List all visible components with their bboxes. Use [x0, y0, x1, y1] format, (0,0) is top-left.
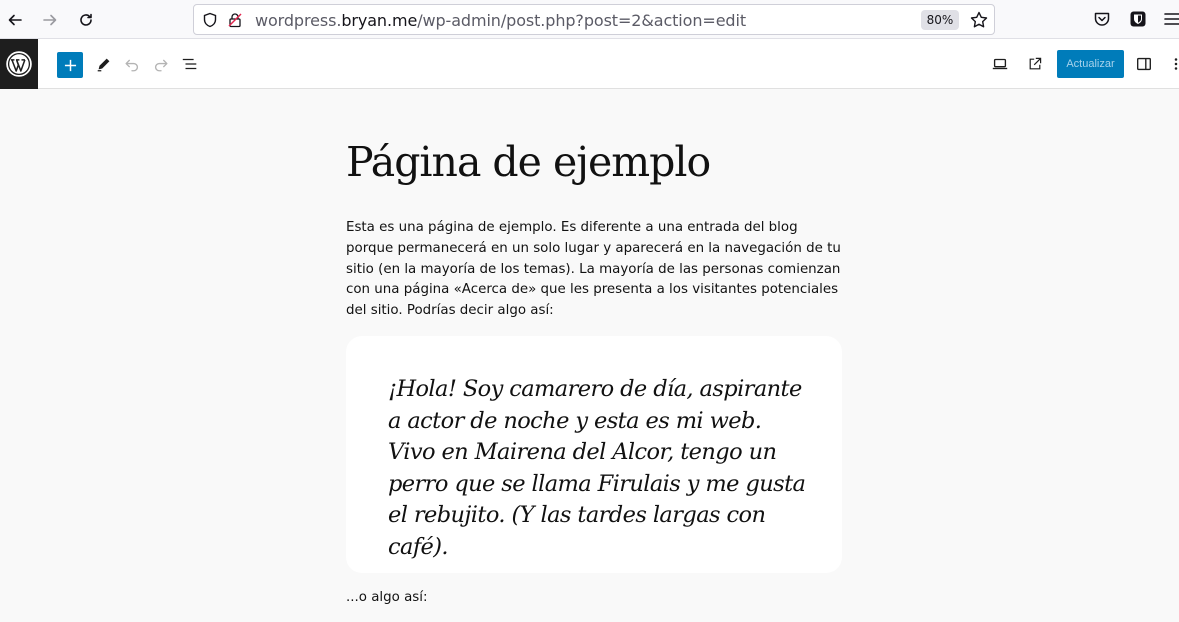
url-path: /wp-admin/post.php?post=2&action=edit: [417, 11, 747, 30]
editor-header: Actualizar: [0, 39, 1179, 89]
paragraph-block[interactable]: Esta es una página de ejemplo. Es difere…: [346, 218, 846, 322]
update-button[interactable]: Actualizar: [1057, 50, 1124, 78]
wordpress-logo-icon[interactable]: [0, 39, 38, 89]
paragraph-block-outro[interactable]: ...o algo así:: [346, 590, 428, 605]
editor-canvas: Página de ejemplo Esta es una página de …: [0, 90, 1179, 622]
view-page-external-icon[interactable]: [1025, 54, 1045, 74]
forward-arrow-icon[interactable]: [37, 7, 63, 33]
url-text[interactable]: wordpress.bryan.me/wp-admin/post.php?pos…: [255, 11, 746, 30]
app-menu-icon[interactable]: [1163, 10, 1179, 28]
preview-device-icon[interactable]: [990, 54, 1010, 74]
post-title[interactable]: Página de ejemplo: [346, 138, 711, 186]
add-block-button[interactable]: [57, 52, 83, 78]
pocket-icon[interactable]: [1093, 10, 1111, 28]
settings-sidebar-icon[interactable]: [1134, 54, 1154, 74]
back-arrow-icon[interactable]: [2, 7, 28, 33]
url-prefix: wordpress.: [255, 11, 342, 30]
url-bar[interactable]: wordpress.bryan.me/wp-admin/post.php?pos…: [193, 4, 995, 35]
document-overview-icon[interactable]: [180, 54, 200, 74]
options-more-icon[interactable]: [1166, 54, 1179, 74]
zoom-level-badge[interactable]: 80%: [921, 10, 959, 30]
insecure-lock-icon[interactable]: [227, 12, 243, 28]
edit-tools-pencil-icon[interactable]: [94, 54, 114, 74]
url-domain: bryan.me: [341, 11, 418, 30]
undo-icon[interactable]: [122, 54, 142, 74]
quote-text[interactable]: ¡Hola! Soy camarero de día, aspirante a …: [388, 374, 808, 563]
browser-toolbar: wordpress.bryan.me/wp-admin/post.php?pos…: [0, 0, 1179, 39]
tracking-shield-icon[interactable]: [202, 12, 218, 28]
quote-block[interactable]: ¡Hola! Soy camarero de día, aspirante a …: [346, 336, 842, 573]
plus-icon: [64, 59, 76, 71]
bookmark-star-icon[interactable]: [969, 10, 989, 30]
bitwarden-shield-icon[interactable]: [1129, 10, 1147, 28]
reload-icon[interactable]: [73, 7, 99, 33]
redo-icon[interactable]: [151, 54, 171, 74]
